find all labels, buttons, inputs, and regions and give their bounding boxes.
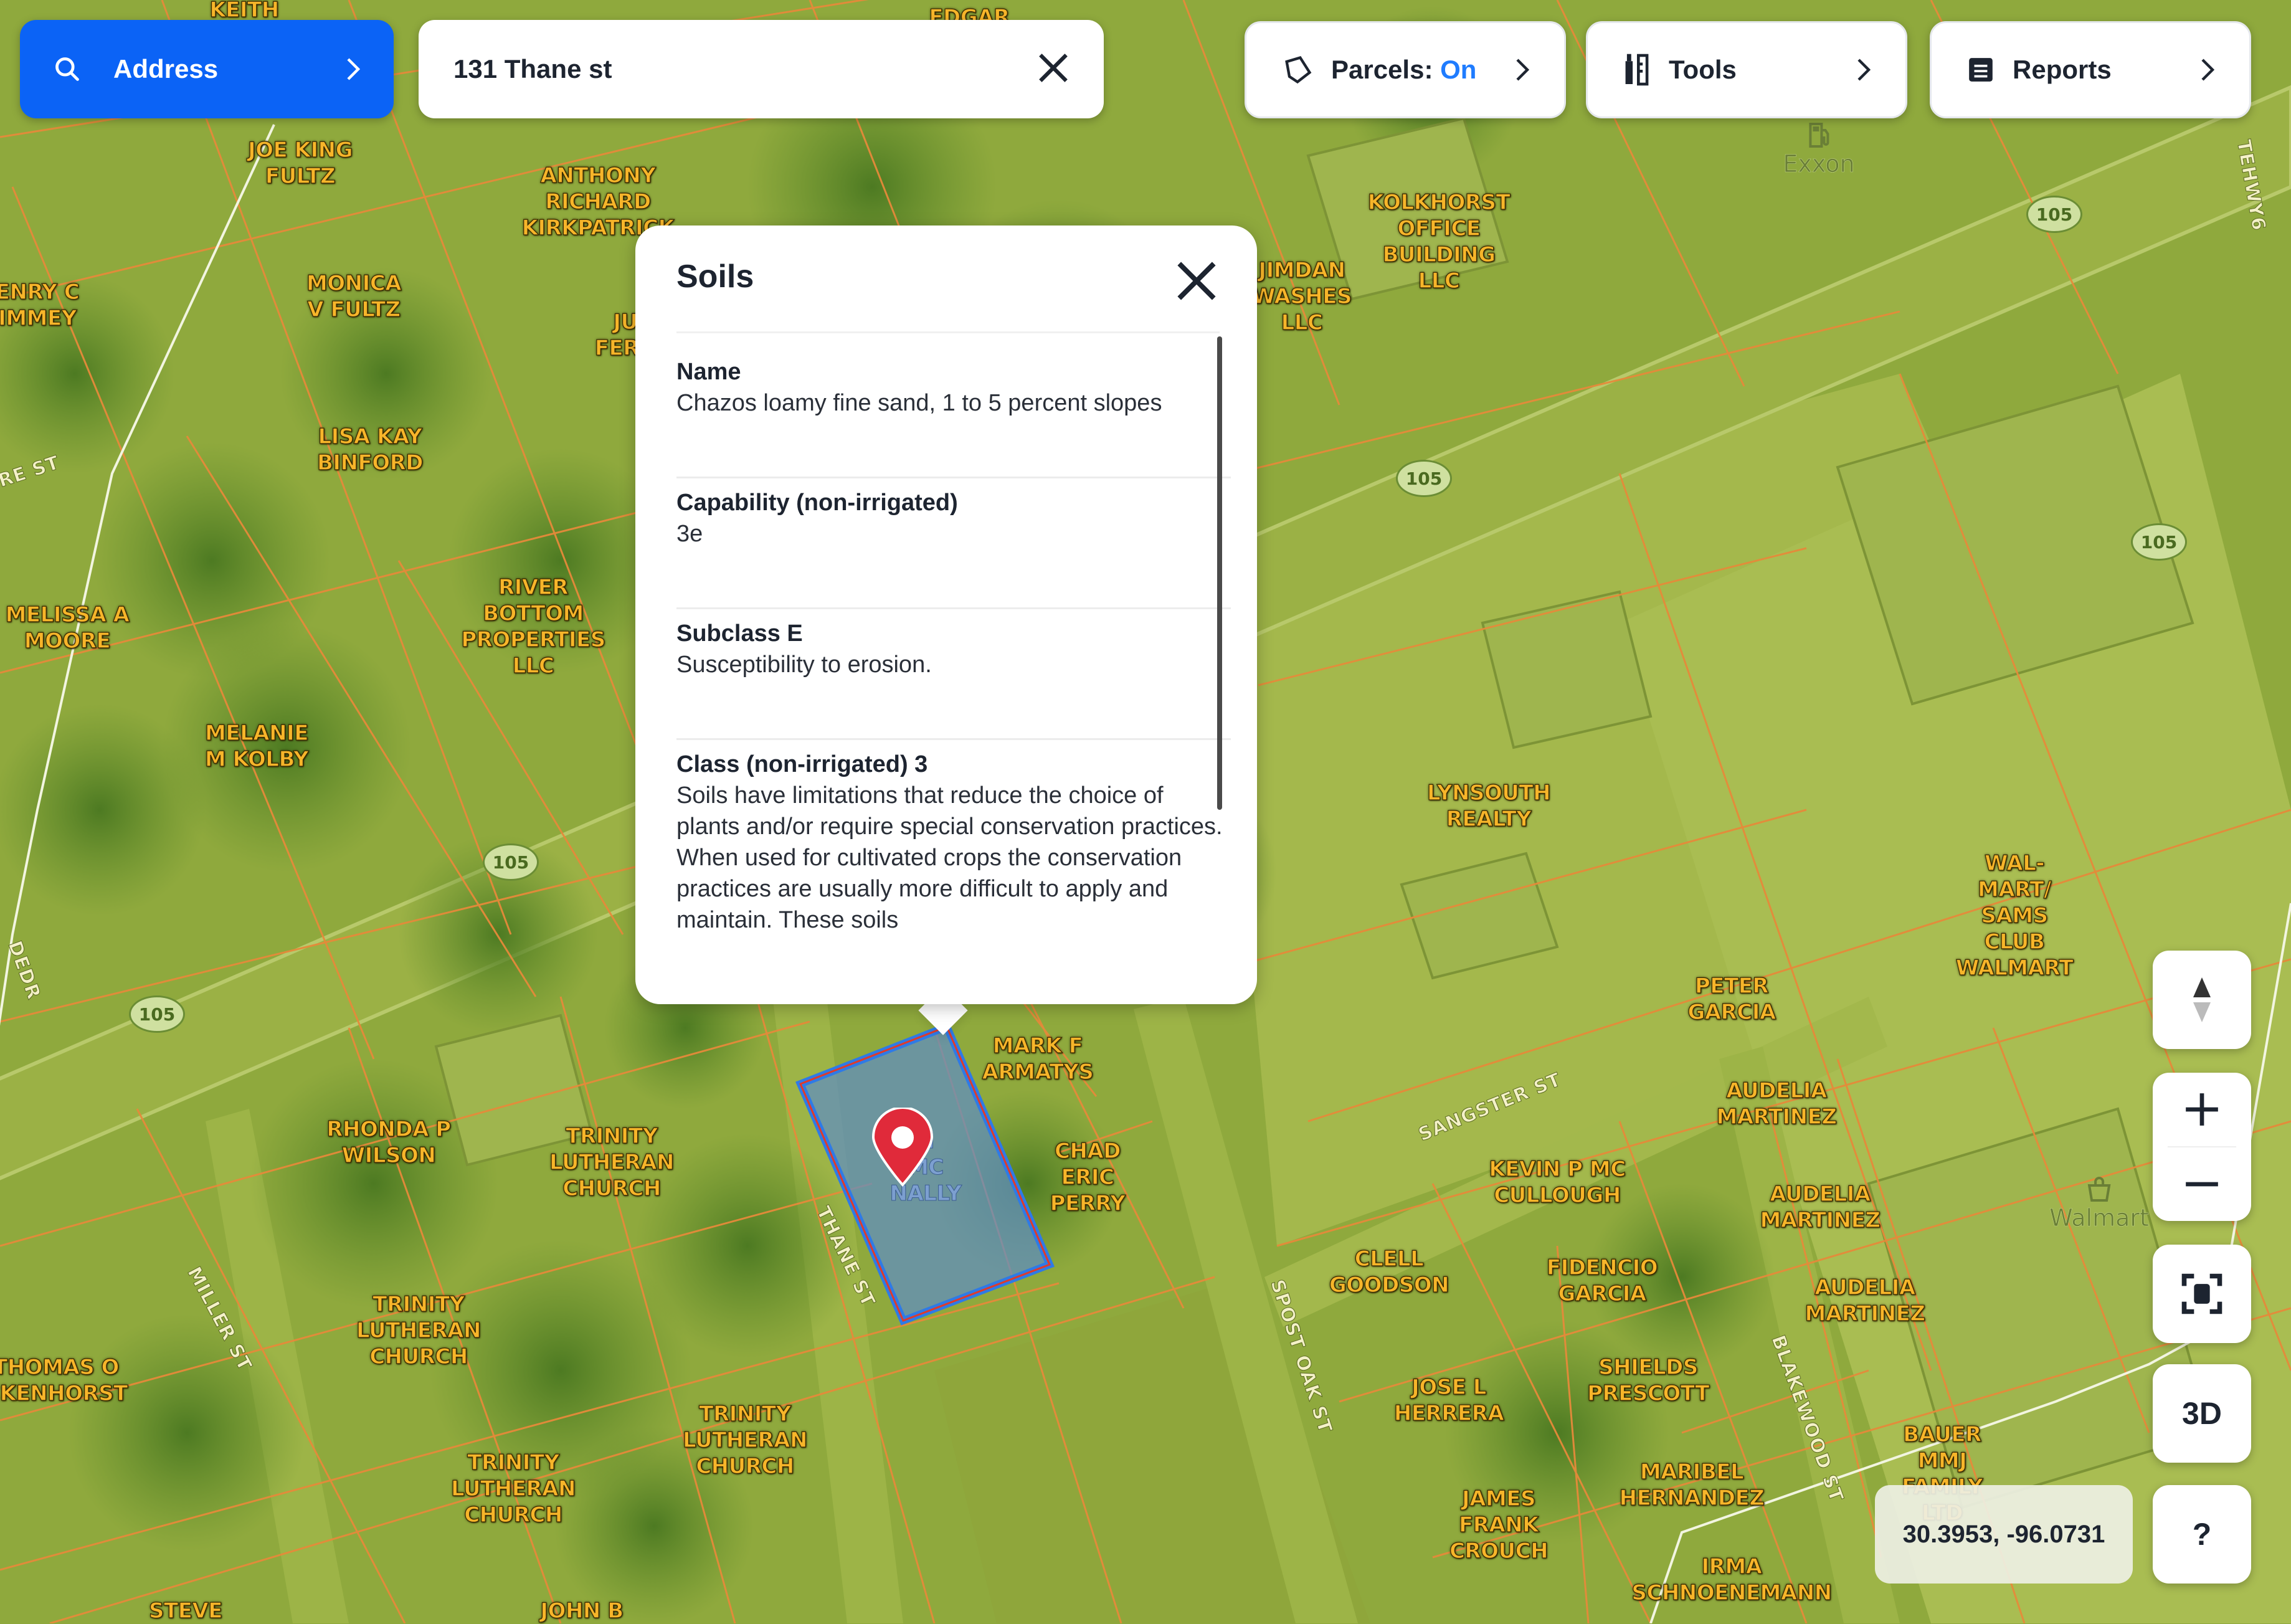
gas-station-icon	[1809, 123, 1829, 148]
route-105-shield: 105	[483, 843, 539, 881]
poi-exxon[interactable]: Exxon	[1783, 121, 1855, 178]
soil-field-class: Class (non-irrigated) 3 Soils have limit…	[676, 740, 1231, 936]
parcel-owner-label: TRINITY LUTHERAN CHURCH	[356, 1291, 481, 1369]
plus-icon	[2186, 1093, 2218, 1126]
field-value: Soils have limitations that reduce the c…	[676, 782, 1223, 933]
field-label: Subclass E	[676, 620, 803, 647]
parcel-owner-label: JOE KING FULTZ	[247, 137, 353, 189]
parcel-owner-label: JOHN B	[540, 1598, 624, 1623]
soils-popup: Soils Name Chazos loamy fine sand, 1 to …	[635, 226, 1257, 1004]
3d-toggle-button[interactable]: 3D	[2153, 1364, 2251, 1463]
address-label: Address	[113, 54, 219, 83]
help-button[interactable]: ?	[2153, 1485, 2251, 1584]
popup-scrollbar[interactable]	[1217, 336, 1222, 810]
route-105-shield: 105	[129, 995, 185, 1033]
tools-label: Tools	[1669, 55, 1737, 84]
parcel-owner-label: AUDELIA MARTINEZ	[1805, 1275, 1926, 1326]
address-mode-button[interactable]: Address	[20, 20, 394, 118]
parcel-owner-label: FIDENCIO GARCIA	[1546, 1255, 1658, 1306]
parcels-state: On	[1440, 55, 1477, 84]
fit-to-selection-button[interactable]	[2153, 1245, 2251, 1343]
parcel-owner-label: LISA KAY BINFORD	[316, 424, 424, 475]
search-input[interactable]: 131 Thane st	[419, 20, 1104, 118]
parcel-owner-label: KOLKHORST OFFICE BUILDING LLC	[1367, 189, 1511, 293]
parcel-owner-label: MARIBEL HERNANDEZ	[1619, 1459, 1765, 1511]
parcels-toggle-button[interactable]: Parcels: On	[1245, 21, 1566, 118]
parcel-owner-label: MELISSA A MOORE	[5, 602, 130, 653]
popup-content[interactable]: Name Chazos loamy fine sand, 1 to 5 perc…	[676, 348, 1231, 983]
reports-label: Reports	[2013, 55, 2112, 84]
parcel-owner-label: JAMES FRANK CROUCH	[1449, 1486, 1549, 1564]
parcel-owner-label: MELANIE M KOLBY	[204, 720, 309, 772]
route-105-shield: 105	[2026, 196, 2082, 233]
search-value[interactable]: 131 Thane st	[453, 54, 612, 84]
coordinates-readout: 30.3953, -96.0731	[1875, 1485, 2133, 1584]
parcel-owner-label: TRINITY LUTHERAN CHURCH	[450, 1450, 576, 1527]
parcel-owner-label: RHONDA P WILSON	[326, 1116, 452, 1168]
chevron-right-icon	[2201, 59, 2215, 81]
parcel-owner-label: ENRY C IMMEY	[0, 279, 80, 331]
parcel-owner-label: TRINITY LUTHERAN CHURCH	[682, 1401, 808, 1479]
soil-field-subclass: Subclass E Susceptibility to erosion.	[676, 609, 1231, 740]
parcel-owner-label: SHIELDS PRESCOTT	[1587, 1354, 1710, 1406]
parcel-owner-label: RIVER BOTTOM PROPERTIES LLC	[461, 574, 606, 678]
zoom-controls	[2153, 1073, 2251, 1221]
field-value: 3e	[676, 521, 703, 547]
compass-button[interactable]	[2153, 951, 2251, 1049]
parcel-owner-label: JIMDAN WASHES LLC	[1251, 257, 1352, 335]
soil-field-capability: Capability (non-irrigated) 3e	[676, 478, 1231, 609]
poi-walmart-label: Walmart	[2049, 1204, 2149, 1232]
soil-field-name: Name Chazos loamy fine sand, 1 to 5 perc…	[676, 348, 1231, 478]
zoom-out-button[interactable]	[2153, 1147, 2251, 1221]
reports-button[interactable]: Reports	[1930, 21, 2251, 118]
route-105-shield: 105	[1396, 460, 1452, 497]
parcel-owner-label: PETER GARCIA	[1687, 973, 1776, 1025]
field-value: Susceptibility to erosion.	[676, 652, 932, 678]
location-pin-icon[interactable]	[870, 1108, 936, 1187]
clear-search-icon[interactable]	[1034, 49, 1073, 87]
route-105-shield: 105	[2131, 523, 2187, 561]
popup-title: Soils	[676, 259, 754, 295]
minus-icon	[2186, 1182, 2218, 1187]
tools-icon	[1625, 54, 1649, 86]
parcels-label: Parcels:	[1331, 55, 1433, 84]
parcel-shape-icon	[1285, 55, 1312, 84]
chevron-right-icon	[1857, 59, 1871, 81]
parcel-owner-label: LYNSOUTH REALTY	[1426, 780, 1551, 832]
close-icon[interactable]	[1174, 258, 1220, 304]
parcel-owner-label: STEVE	[148, 1598, 223, 1623]
frame-focus-icon	[2181, 1273, 2222, 1314]
zoom-in-button[interactable]	[2153, 1073, 2251, 1146]
report-document-icon	[1969, 58, 1993, 82]
field-label: Capability (non-irrigated)	[676, 490, 958, 516]
parcel-owner-label: CLELL GOODSON	[1329, 1246, 1449, 1298]
search-icon	[55, 57, 79, 81]
parcel-owner-label: AUDELIA MARTINEZ	[1716, 1078, 1838, 1129]
parcel-owner-label: IRMA SCHNOENEMANN	[1631, 1554, 1833, 1605]
popup-divider	[676, 331, 1220, 333]
parcel-owner-label: MONICA V FULTZ	[306, 270, 402, 322]
field-label: Name	[676, 359, 741, 385]
tools-button[interactable]: Tools	[1586, 21, 1907, 118]
field-value: Chazos loamy fine sand, 1 to 5 percent s…	[676, 390, 1162, 416]
parcel-owner-label: CHAD ERIC PERRY	[1050, 1138, 1126, 1216]
parcel-owner-label: WAL- MART/ SAMS CLUB WALMART	[1955, 850, 2074, 981]
parcel-owner-label: AUDELIA MARTINEZ	[1760, 1181, 1881, 1233]
field-label: Class (non-irrigated) 3	[676, 751, 928, 777]
parcel-owner-label: THOMAS O CKENHORST	[0, 1354, 128, 1406]
parcel-owner-label: KEVIN P MC CULLOUGH	[1489, 1156, 1626, 1208]
parcel-owner-label: MARK F ARMATYS	[982, 1033, 1094, 1085]
poi-exxon-label: Exxon	[1783, 150, 1855, 178]
chevron-right-icon	[347, 58, 361, 80]
chevron-right-icon	[1516, 59, 1530, 81]
parcel-owner-label: JOSE L HERRERA	[1393, 1374, 1504, 1426]
compass-icon	[2193, 977, 2211, 1022]
shopping-bag-icon	[2087, 1177, 2111, 1202]
parcel-owner-label: TRINITY LUTHERAN CHURCH	[549, 1123, 675, 1201]
poi-walmart[interactable]: Walmart	[2049, 1175, 2149, 1232]
